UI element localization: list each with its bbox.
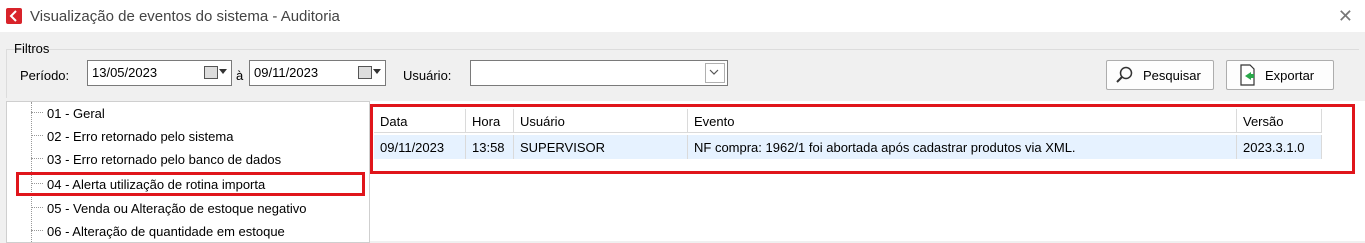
search-icon [1115, 66, 1135, 87]
between-label: à [236, 68, 244, 83]
app-logo-icon [6, 8, 22, 24]
usuario-label: Usuário: [403, 68, 452, 83]
usuario-select[interactable] [470, 60, 728, 86]
tree-highlight-box [16, 172, 365, 196]
periodo-label: Período: [20, 68, 70, 83]
tree-item-label: 03 - Erro retornado pelo banco de dados [47, 152, 282, 167]
date-from-field[interactable]: 13/05/2023 [87, 60, 232, 86]
title-bar: Visualização de eventos do sistema - Aud… [0, 0, 1365, 32]
date-to-value: 09/11/2023 [254, 65, 319, 80]
pesquisar-button[interactable]: Pesquisar [1106, 60, 1214, 90]
tree-item-label: 02 - Erro retornado pelo sistema [47, 129, 234, 144]
export-icon [1237, 64, 1257, 89]
filters-group-label: Filtros [14, 41, 50, 56]
window-title: Visualização de eventos do sistema - Aud… [30, 8, 340, 25]
tree-item-label: 06 - Alteração de quantidade em estoque [47, 224, 285, 239]
exportar-label: Exportar [1265, 68, 1315, 83]
close-icon[interactable]: ✕ [1338, 6, 1353, 27]
calendar-icon[interactable] [355, 64, 383, 81]
tree-item-label: 01 - Geral [47, 106, 105, 121]
date-from-value: 13/05/2023 [92, 65, 158, 80]
grid-highlight-box [370, 104, 1355, 174]
tree-item-label: 05 - Venda ou Alteração de estoque negat… [47, 201, 307, 216]
pesquisar-label: Pesquisar [1143, 68, 1201, 83]
calendar-icon[interactable] [201, 64, 229, 81]
date-to-field[interactable]: 09/11/2023 [249, 60, 386, 86]
exportar-button[interactable]: Exportar [1226, 60, 1334, 90]
chevron-down-icon[interactable] [705, 63, 725, 83]
